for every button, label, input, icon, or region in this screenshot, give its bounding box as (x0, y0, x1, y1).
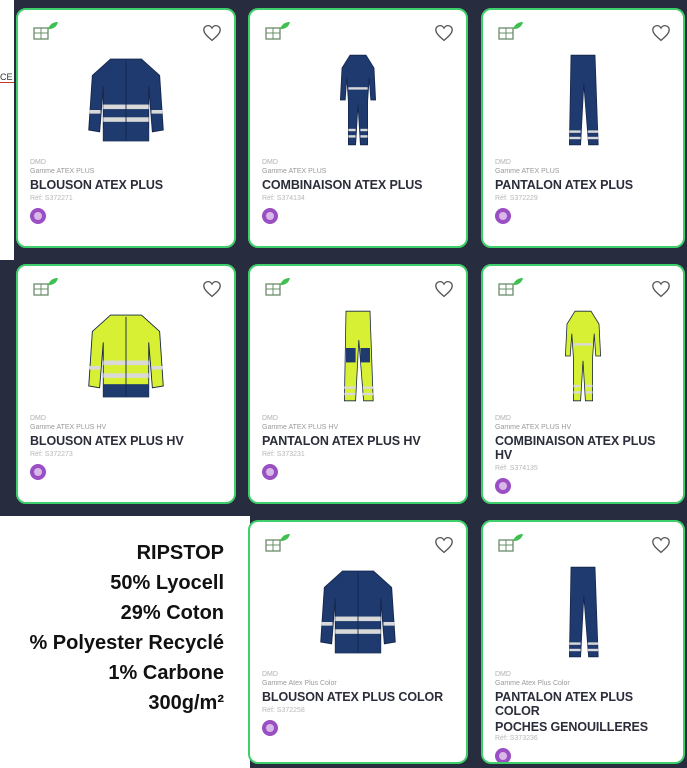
product-brand: DMD (30, 159, 46, 166)
eco-badge-icon (497, 276, 525, 298)
product-info: DMD Gamme ATEX PLUS HV BLOUSON ATEX PLUS… (30, 414, 226, 480)
product-info: DMD Gamme Atex Plus Color PANTALON ATEX … (495, 670, 675, 762)
product-image[interactable] (483, 44, 683, 156)
product-info: DMD Gamme ATEX PLUS PANTALON ATEX PLUS R… (495, 158, 675, 224)
eco-badge-icon (497, 532, 525, 554)
product-info: DMD Gamme ATEX PLUS HV COMBINAISON ATEX … (495, 414, 675, 494)
certification-badge-icon (495, 748, 511, 762)
product-card[interactable]: DMD Gamme ATEX PLUS PANTALON ATEX PLUS R… (481, 8, 685, 248)
product-card[interactable]: DMD Gamme Atex Plus Color BLOUSON ATEX P… (248, 520, 468, 764)
product-range: Gamme Atex Plus Color (495, 680, 570, 687)
product-title[interactable]: COMBINAISON ATEX PLUS (262, 178, 458, 192)
product-range: Gamme ATEX PLUS (495, 168, 560, 175)
favorite-heart-icon[interactable] (651, 280, 671, 298)
product-image[interactable] (483, 556, 683, 668)
eco-badge-icon (264, 532, 292, 554)
product-brand: DMD (262, 159, 278, 166)
product-image[interactable] (250, 300, 466, 412)
product-info: DMD Gamme ATEX PLUS COMBINAISON ATEX PLU… (262, 158, 458, 224)
product-title[interactable]: BLOUSON ATEX PLUS HV (30, 434, 226, 448)
product-image[interactable] (250, 44, 466, 156)
product-ref: Réf: S374135 (495, 465, 538, 472)
left-strip: CE (0, 0, 14, 260)
certification-badge-icon (30, 208, 46, 224)
product-title-line2[interactable]: POCHES GENOUILLERES (495, 720, 675, 734)
eco-badge-icon (32, 20, 60, 42)
product-title[interactable]: BLOUSON ATEX PLUS (30, 178, 226, 192)
product-info: DMD Gamme ATEX PLUS HV PANTALON ATEX PLU… (262, 414, 458, 480)
spec-list: RIPSTOP 50% Lyocell 29% Coton % Polyeste… (29, 538, 224, 718)
favorite-heart-icon[interactable] (434, 536, 454, 554)
product-brand: DMD (495, 671, 511, 678)
product-ref: Réf: S372258 (262, 707, 305, 714)
favorite-heart-icon[interactable] (434, 24, 454, 42)
product-ref: Réf: S372273 (30, 451, 73, 458)
favorite-heart-icon[interactable] (202, 280, 222, 298)
product-range: Gamme ATEX PLUS HV (30, 424, 107, 431)
product-range: Gamme Atex Plus Color (262, 680, 337, 687)
product-image[interactable] (18, 300, 234, 412)
eco-badge-icon (264, 20, 292, 42)
product-ref: Réf: S372271 (30, 195, 73, 202)
spec-line: 300g/m² (148, 692, 224, 714)
certification-badge-icon (30, 464, 46, 480)
spec-line: 29% Coton (120, 602, 224, 624)
product-info: DMD Gamme ATEX PLUS BLOUSON ATEX PLUS Ré… (30, 158, 226, 224)
certification-badge-icon (495, 208, 511, 224)
eco-badge-icon (264, 276, 292, 298)
certification-badge-icon (495, 478, 511, 494)
product-title[interactable]: PANTALON ATEX PLUS (495, 178, 675, 192)
product-ref: Réf: S374134 (262, 195, 305, 202)
spec-panel: RIPSTOP 50% Lyocell 29% Coton % Polyeste… (0, 516, 250, 768)
eco-badge-icon (32, 276, 60, 298)
favorite-heart-icon[interactable] (434, 280, 454, 298)
product-range: Gamme ATEX PLUS (30, 168, 95, 175)
certification-badge-icon (262, 208, 278, 224)
product-ref: Réf: S373236 (495, 735, 538, 742)
product-card[interactable]: DMD Gamme ATEX PLUS HV PANTALON ATEX PLU… (248, 264, 468, 504)
product-ref: Réf: S373231 (262, 451, 305, 458)
product-brand: DMD (495, 159, 511, 166)
product-title[interactable]: PANTALON ATEX PLUS COLOR (495, 690, 675, 718)
product-range: Gamme ATEX PLUS (262, 168, 327, 175)
product-brand: DMD (262, 415, 278, 422)
eco-badge-icon (497, 20, 525, 42)
product-card[interactable]: DMD Gamme ATEX PLUS BLOUSON ATEX PLUS Ré… (16, 8, 236, 248)
product-brand: DMD (495, 415, 511, 422)
product-card[interactable]: DMD Gamme ATEX PLUS COMBINAISON ATEX PLU… (248, 8, 468, 248)
favorite-heart-icon[interactable] (651, 24, 671, 42)
product-ref: Réf: S372229 (495, 195, 538, 202)
product-card[interactable]: DMD Gamme ATEX PLUS HV COMBINAISON ATEX … (481, 264, 685, 504)
product-range: Gamme ATEX PLUS HV (262, 424, 339, 431)
product-title[interactable]: BLOUSON ATEX PLUS COLOR (262, 690, 458, 704)
certification-badge-icon (262, 720, 278, 736)
product-title[interactable]: PANTALON ATEX PLUS HV (262, 434, 458, 448)
product-image[interactable] (483, 300, 683, 412)
certification-badge-icon (262, 464, 278, 480)
product-info: DMD Gamme Atex Plus Color BLOUSON ATEX P… (262, 670, 458, 736)
spec-line: 50% Lyocell (110, 572, 224, 594)
product-image[interactable] (18, 44, 234, 156)
favorite-heart-icon[interactable] (202, 24, 222, 42)
product-brand: DMD (30, 415, 46, 422)
left-strip-text: CE (0, 72, 14, 83)
product-card[interactable]: DMD Gamme ATEX PLUS HV BLOUSON ATEX PLUS… (16, 264, 236, 504)
product-title[interactable]: COMBINAISON ATEX PLUS HV (495, 434, 675, 462)
spec-line: 1% Carbone (108, 662, 224, 684)
product-card[interactable]: DMD Gamme Atex Plus Color PANTALON ATEX … (481, 520, 685, 764)
spec-line: RIPSTOP (136, 542, 224, 564)
product-brand: DMD (262, 671, 278, 678)
favorite-heart-icon[interactable] (651, 536, 671, 554)
product-image[interactable] (250, 556, 466, 668)
product-range: Gamme ATEX PLUS HV (495, 424, 572, 431)
spec-line: % Polyester Recyclé (29, 632, 224, 654)
